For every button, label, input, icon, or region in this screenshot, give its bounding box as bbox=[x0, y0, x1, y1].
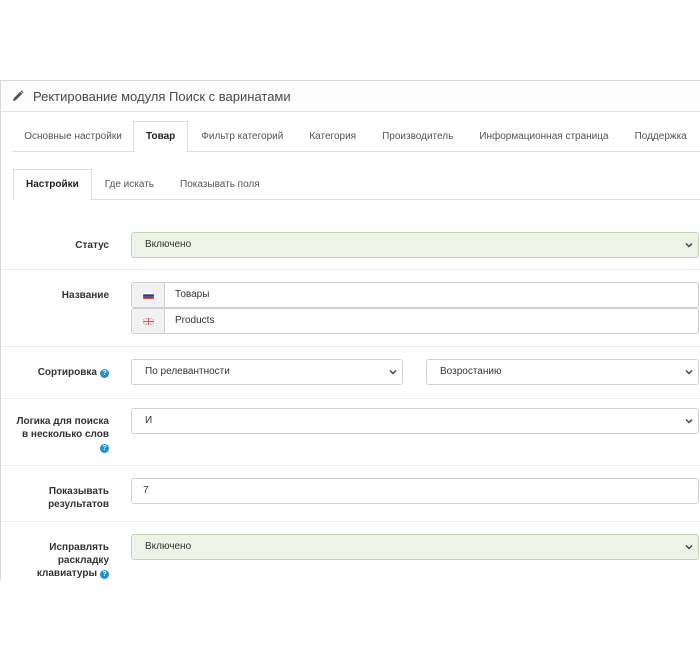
module-edit-panel: Ректирование модуля Поиск с варинатами О… bbox=[0, 80, 700, 580]
sort-label: Сортировка? bbox=[1, 366, 109, 379]
name-ru-group: Товары bbox=[131, 282, 699, 308]
panel-heading: Ректирование модуля Поиск с варинатами bbox=[1, 81, 700, 112]
search-logic-label-line1: Логика для поиска bbox=[16, 416, 109, 427]
status-select[interactable]: Включено bbox=[131, 232, 699, 258]
en-flag-addon bbox=[132, 309, 165, 333]
form-row-name: Название Товары Products bbox=[1, 270, 700, 347]
name-en-input[interactable]: Products bbox=[165, 309, 698, 333]
sort-label-text: Сортировка bbox=[37, 367, 97, 378]
russian-flag-icon bbox=[142, 291, 154, 299]
name-ru-input[interactable]: Товары bbox=[165, 283, 698, 307]
chevron-down-icon bbox=[685, 369, 693, 375]
search-logic-value: И bbox=[145, 415, 153, 426]
search-logic-select[interactable]: И bbox=[131, 408, 699, 434]
sort-order-select[interactable]: Возростанию bbox=[426, 359, 699, 385]
pencil-icon bbox=[13, 90, 24, 101]
form-row-keyboard-layout: Исправлять раскладку клавиатуры? Включен… bbox=[1, 522, 700, 580]
help-icon[interactable]: ? bbox=[100, 369, 109, 378]
search-logic-label: Логика для поиска в несколько слов ? bbox=[1, 415, 109, 454]
sort-field-value: По релевантности bbox=[145, 366, 230, 377]
keyboard-layout-select[interactable]: Включено bbox=[131, 534, 699, 560]
form-row-sort: Сортировка? По релевантности Возростанию bbox=[1, 347, 700, 399]
tab-category-filter[interactable]: Фильтр категорий bbox=[188, 121, 296, 151]
tab-settings[interactable]: Настройки bbox=[13, 169, 92, 200]
keyboard-layout-value: Включено bbox=[145, 541, 192, 552]
tab-information-page[interactable]: Информационная страница bbox=[466, 121, 621, 151]
main-tabs: Основные настройки Товар Фильтр категори… bbox=[13, 121, 700, 152]
tab-category[interactable]: Категория bbox=[296, 121, 369, 151]
form-row-status: Статус Включено bbox=[1, 220, 700, 270]
sort-order-value: Возростанию bbox=[440, 366, 502, 377]
name-en-group: Products bbox=[131, 308, 699, 334]
status-select-value: Включено bbox=[145, 239, 192, 250]
sort-field-select[interactable]: По релевантности bbox=[131, 359, 403, 385]
tab-manufacturer[interactable]: Производитель bbox=[369, 121, 466, 151]
help-icon[interactable]: ? bbox=[100, 570, 109, 579]
chevron-down-icon bbox=[685, 242, 693, 248]
tab-basic-settings[interactable]: Основные настройки bbox=[13, 121, 133, 151]
keyboard-layout-label-line2: раскладку bbox=[57, 555, 109, 566]
tab-product[interactable]: Товар bbox=[133, 121, 189, 152]
panel-title: Ректирование модуля Поиск с варинатами bbox=[33, 88, 291, 104]
form-row-results: Показывать результатов 7 bbox=[1, 466, 700, 522]
tab-where-to-search[interactable]: Где искать bbox=[92, 169, 167, 199]
results-label-line2: результатов bbox=[48, 499, 109, 510]
results-label: Показывать результатов bbox=[1, 485, 109, 511]
form-row-search-logic: Логика для поиска в несколько слов ? И bbox=[1, 399, 700, 466]
chevron-down-icon bbox=[685, 418, 693, 424]
ru-flag-addon bbox=[132, 283, 165, 307]
english-flag-icon bbox=[142, 317, 154, 325]
tab-show-fields[interactable]: Показывать поля bbox=[167, 169, 273, 199]
keyboard-layout-label: Исправлять раскладку клавиатуры? bbox=[1, 541, 109, 580]
chevron-down-icon bbox=[389, 369, 397, 375]
tab-support[interactable]: Поддержка bbox=[622, 121, 700, 151]
chevron-down-icon bbox=[685, 544, 693, 550]
status-label: Статус bbox=[75, 240, 109, 251]
search-logic-label-line2: в несколько слов bbox=[22, 429, 109, 440]
keyboard-layout-label-line3: клавиатуры bbox=[36, 568, 97, 579]
help-icon[interactable]: ? bbox=[100, 444, 109, 453]
results-count-input[interactable]: 7 bbox=[131, 478, 699, 504]
name-label: Название bbox=[61, 290, 109, 301]
keyboard-layout-label-line1: Исправлять bbox=[49, 542, 109, 553]
results-label-line1: Показывать bbox=[48, 486, 109, 497]
sub-tabs: Настройки Где искать Показывать поля bbox=[13, 169, 700, 200]
